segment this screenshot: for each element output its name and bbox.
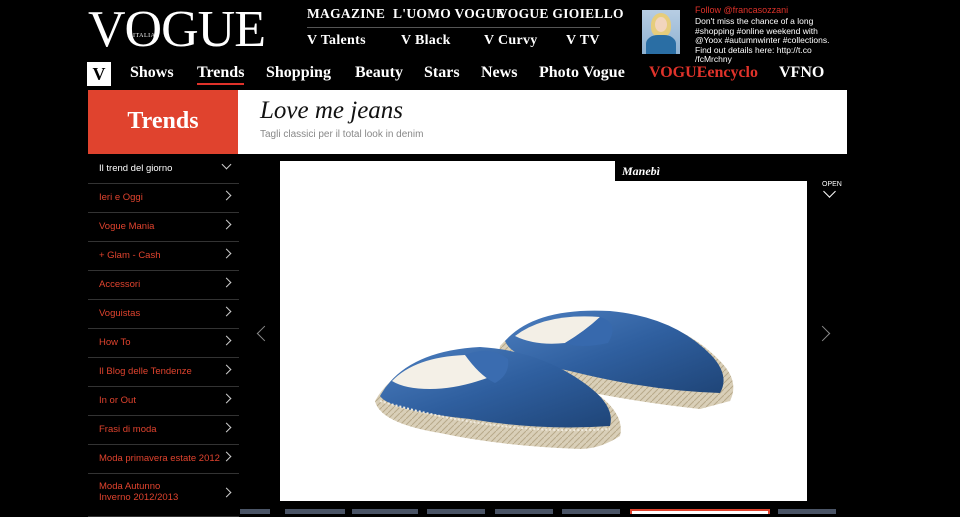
main-nav: V Shows Trends Shopping Beauty Stars New… xyxy=(87,61,847,89)
chevron-right-icon xyxy=(221,248,232,259)
sidebar-item-label: + Glam - Cash xyxy=(99,250,161,261)
thumbnail[interactable] xyxy=(285,509,345,514)
sidebar-item-how-to[interactable]: How To xyxy=(88,329,239,358)
sidebar-item-label: Moda primavera estate 2012 xyxy=(99,453,220,464)
top-nav-vogue-gioiello[interactable]: VOGUE GIOIELLO xyxy=(498,6,624,22)
top-nav-v-talents[interactable]: V Talents xyxy=(307,33,366,49)
chevron-right-icon xyxy=(221,277,232,288)
chevron-right-icon xyxy=(221,335,232,346)
sidebar-item-label: Frasi di moda xyxy=(99,424,157,435)
nav-vfno[interactable]: VFNO xyxy=(779,64,824,82)
thumbnail[interactable] xyxy=(427,509,485,514)
thumbnail[interactable] xyxy=(352,509,418,514)
chevron-right-icon xyxy=(221,487,232,498)
sidebar-item-ieri-e-oggi[interactable]: Ieri e Oggi xyxy=(88,184,239,213)
sidebar-item-blog-tendenze[interactable]: Il Blog delle Tendenze xyxy=(88,358,239,387)
thumbnail-selected[interactable] xyxy=(630,509,770,514)
sidebar-item-accessori[interactable]: Accessori xyxy=(88,271,239,300)
chevron-right-icon xyxy=(221,422,232,433)
top-nav-divider xyxy=(307,27,600,28)
twitter-tweet-text: Don't miss the chance of a long #shoppin… xyxy=(695,16,830,64)
chevron-left-icon[interactable] xyxy=(256,325,273,342)
nav-beauty[interactable]: Beauty xyxy=(355,64,403,82)
nav-stars[interactable]: Stars xyxy=(424,64,460,82)
sidebar-item-label: Il Blog delle Tendenze xyxy=(99,366,192,377)
nav-vogue-encyclo[interactable]: VOGUEencyclo xyxy=(649,64,758,82)
sidebar-item-label: Accessori xyxy=(99,279,141,290)
thumbnail[interactable] xyxy=(495,509,553,514)
sidebar-item-trend-del-giorno[interactable]: Il trend del giorno xyxy=(88,155,239,184)
gallery-photo[interactable] xyxy=(280,161,807,501)
top-nav-magazine[interactable]: MAGAZINE xyxy=(307,6,385,22)
logo-subtitle: ITALIA xyxy=(133,33,156,39)
sidebar-item-voguistas[interactable]: Voguistas xyxy=(88,300,239,329)
sidebar-item-label: Il trend del giorno xyxy=(99,163,173,174)
article-subtitle: Tagli classici per il total look in deni… xyxy=(260,129,424,140)
chevron-right-icon[interactable] xyxy=(814,325,831,342)
nav-trends[interactable]: Trends xyxy=(197,64,245,85)
sidebar-item-vogue-mania[interactable]: Vogue Mania xyxy=(88,213,239,242)
chevron-right-icon xyxy=(221,451,232,462)
thumbnail-strip xyxy=(0,509,960,514)
thumbnail[interactable] xyxy=(778,509,836,514)
sidebar-item-in-or-out[interactable]: In or Out xyxy=(88,387,239,416)
sidebar-item-label: How To xyxy=(99,337,131,348)
article-header: Love me jeans Tagli classici per il tota… xyxy=(238,90,847,154)
top-nav-v-black[interactable]: V Black xyxy=(401,33,451,49)
top-nav-v-tv[interactable]: V TV xyxy=(566,33,600,49)
sidebar-item-label: Voguistas xyxy=(99,308,141,319)
chevron-right-icon xyxy=(221,219,232,230)
photo-caption: Manebì xyxy=(615,161,807,181)
sidebar-item-label: Vogue Mania xyxy=(99,221,155,232)
nav-shopping[interactable]: Shopping xyxy=(266,64,331,82)
sidebar: Il trend del giorno Ieri e Oggi Vogue Ma… xyxy=(88,155,239,517)
sidebar-item-label: In or Out xyxy=(99,395,136,406)
section-title: Trends xyxy=(127,108,199,134)
nav-shows[interactable]: Shows xyxy=(130,64,174,82)
thumbnail[interactable] xyxy=(240,509,270,514)
chevron-right-icon xyxy=(221,364,232,375)
sidebar-item-label: Ieri e Oggi xyxy=(99,192,143,203)
top-nav-v-curvy[interactable]: V Curvy xyxy=(484,33,538,49)
section-header: Trends xyxy=(88,90,238,154)
top-nav-luomo-vogue[interactable]: L'UOMO VOGUE xyxy=(393,6,505,22)
sidebar-item-moda-pe-2012[interactable]: Moda primavera estate 2012 xyxy=(88,445,239,474)
twitter-follow-link[interactable]: Follow @francasozzani xyxy=(695,5,788,15)
sidebar-item-frasi-di-moda[interactable]: Frasi di moda xyxy=(88,416,239,445)
chevron-down-icon xyxy=(221,159,232,170)
vogue-logo[interactable]: VOGUE xyxy=(88,4,266,56)
sidebar-item-glam-cash[interactable]: + Glam - Cash xyxy=(88,242,239,271)
home-v-button[interactable]: V xyxy=(87,62,111,86)
chevron-right-icon xyxy=(221,306,232,317)
twitter-avatar[interactable] xyxy=(642,10,680,54)
chevron-right-icon xyxy=(221,393,232,404)
article-title: Love me jeans xyxy=(260,97,404,124)
nav-photo-vogue[interactable]: Photo Vogue xyxy=(539,64,625,82)
chevron-right-icon xyxy=(221,190,232,201)
photo-caption-text: Manebì xyxy=(622,164,661,178)
denim-espadrilles-image xyxy=(375,310,734,449)
sidebar-item-label: Moda Autunno Inverno 2012/2013 xyxy=(99,481,179,503)
thumbnail[interactable] xyxy=(562,509,620,514)
nav-news[interactable]: News xyxy=(481,64,517,82)
